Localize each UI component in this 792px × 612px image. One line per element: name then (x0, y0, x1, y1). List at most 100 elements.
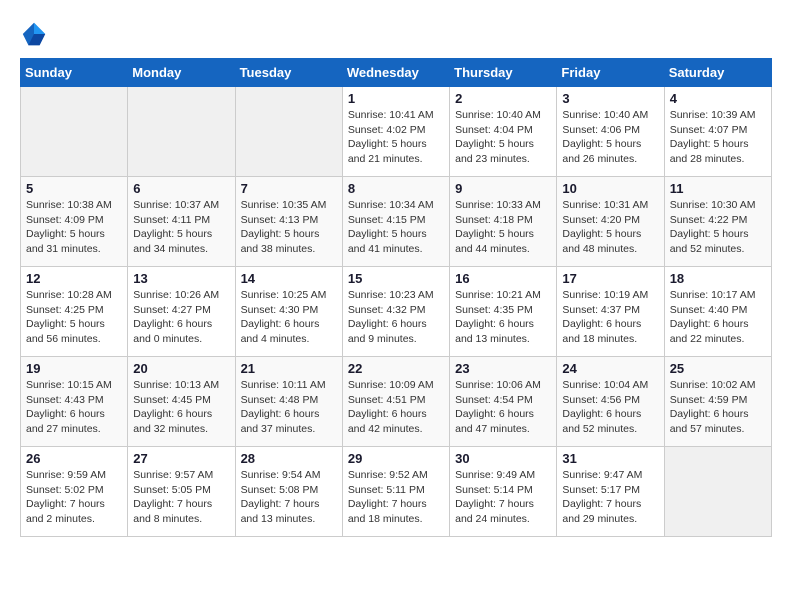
day-number: 12 (26, 271, 122, 286)
day-number: 5 (26, 181, 122, 196)
calendar-cell: 5 Sunrise: 10:38 AM Sunset: 4:09 PM Dayli… (21, 177, 128, 267)
calendar-cell: 13 Sunrise: 10:26 AM Sunset: 4:27 PM Dayl… (128, 267, 235, 357)
day-info: Sunrise: 9:52 AM Sunset: 5:11 PM Dayligh… (348, 468, 444, 527)
calendar-table: SundayMondayTuesdayWednesdayThursdayFrid… (20, 58, 772, 537)
week-row-2: 5 Sunrise: 10:38 AM Sunset: 4:09 PM Dayli… (21, 177, 772, 267)
day-info: Sunrise: 10:38 AM Sunset: 4:09 PM Daylig… (26, 198, 122, 257)
week-row-4: 19 Sunrise: 10:15 AM Sunset: 4:43 PM Dayl… (21, 357, 772, 447)
calendar-cell: 2 Sunrise: 10:40 AM Sunset: 4:04 PM Dayli… (450, 87, 557, 177)
calendar-cell: 17Sunrise: 10:19 AM Sunset: 4:37 PM Dayl… (557, 267, 664, 357)
day-number: 19 (26, 361, 122, 376)
calendar-cell (21, 87, 128, 177)
day-number: 7 (241, 181, 337, 196)
calendar-cell: 26 Sunrise: 9:59 AM Sunset: 5:02 PM Dayli… (21, 447, 128, 537)
calendar-cell (128, 87, 235, 177)
day-number: 11 (670, 181, 766, 196)
day-number: 15 (348, 271, 444, 286)
day-info: Sunrise: 10:37 AM Sunset: 4:11 PM Daylig… (133, 198, 229, 257)
day-number: 13 (133, 271, 229, 286)
calendar-cell: 25 Sunrise: 10:02 AM Sunset: 4:59 PM Dayl… (664, 357, 771, 447)
day-number: 29 (348, 451, 444, 466)
day-info: Sunrise: 10:02 AM Sunset: 4:59 PM Daylig… (670, 378, 766, 437)
day-info: Sunrise: 10:11 AM Sunset: 4:48 PM Daylig… (241, 378, 337, 437)
calendar-cell: 9 Sunrise: 10:33 AM Sunset: 4:18 PM Dayli… (450, 177, 557, 267)
day-number: 30 (455, 451, 551, 466)
day-info: Sunrise: 10:34 AM Sunset: 4:15 PM Daylig… (348, 198, 444, 257)
day-number: 2 (455, 91, 551, 106)
day-info: Sunrise: 9:59 AM Sunset: 5:02 PM Dayligh… (26, 468, 122, 527)
day-info: Sunrise: 10:40 AM Sunset: 4:04 PM Daylig… (455, 108, 551, 167)
calendar-cell: 10 Sunrise: 10:31 AM Sunset: 4:20 PM Dayl… (557, 177, 664, 267)
calendar-cell: 1Sunrise: 10:41 AM Sunset: 4:02 PM Dayli… (342, 87, 449, 177)
calendar-cell: 4 Sunrise: 10:39 AM Sunset: 4:07 PM Dayli… (664, 87, 771, 177)
calendar-cell: 3Sunrise: 10:40 AM Sunset: 4:06 PM Dayli… (557, 87, 664, 177)
calendar-cell: 12 Sunrise: 10:28 AM Sunset: 4:25 PM Dayl… (21, 267, 128, 357)
calendar-cell: 20 Sunrise: 10:13 AM Sunset: 4:45 PM Dayl… (128, 357, 235, 447)
weekday-header-saturday: Saturday (664, 59, 771, 87)
calendar-cell: 27 Sunrise: 9:57 AM Sunset: 5:05 PM Dayli… (128, 447, 235, 537)
day-info: Sunrise: 10:39 AM Sunset: 4:07 PM Daylig… (670, 108, 766, 167)
calendar-cell: 21 Sunrise: 10:11 AM Sunset: 4:48 PM Dayl… (235, 357, 342, 447)
day-number: 23 (455, 361, 551, 376)
day-number: 28 (241, 451, 337, 466)
calendar-cell: 18Sunrise: 10:17 AM Sunset: 4:40 PM Dayl… (664, 267, 771, 357)
day-info: Sunrise: 10:33 AM Sunset: 4:18 PM Daylig… (455, 198, 551, 257)
weekday-header-friday: Friday (557, 59, 664, 87)
page-header (20, 20, 772, 48)
weekday-header-wednesday: Wednesday (342, 59, 449, 87)
calendar-cell (664, 447, 771, 537)
day-info: Sunrise: 10:09 AM Sunset: 4:51 PM Daylig… (348, 378, 444, 437)
logo-icon (20, 20, 48, 48)
day-info: Sunrise: 9:57 AM Sunset: 5:05 PM Dayligh… (133, 468, 229, 527)
calendar-cell: 19 Sunrise: 10:15 AM Sunset: 4:43 PM Dayl… (21, 357, 128, 447)
day-info: Sunrise: 9:47 AM Sunset: 5:17 PM Dayligh… (562, 468, 658, 527)
day-number: 22 (348, 361, 444, 376)
day-number: 18 (670, 271, 766, 286)
day-info: Sunrise: 10:26 AM Sunset: 4:27 PM Daylig… (133, 288, 229, 347)
calendar-cell: 31 Sunrise: 9:47 AM Sunset: 5:17 PM Dayli… (557, 447, 664, 537)
calendar-cell: 7 Sunrise: 10:35 AM Sunset: 4:13 PM Dayli… (235, 177, 342, 267)
weekday-header-sunday: Sunday (21, 59, 128, 87)
calendar-cell: 24Sunrise: 10:04 AM Sunset: 4:56 PM Dayl… (557, 357, 664, 447)
day-info: Sunrise: 10:35 AM Sunset: 4:13 PM Daylig… (241, 198, 337, 257)
day-number: 3 (562, 91, 658, 106)
day-info: Sunrise: 10:21 AM Sunset: 4:35 PM Daylig… (455, 288, 551, 347)
day-number: 20 (133, 361, 229, 376)
day-number: 10 (562, 181, 658, 196)
calendar-cell: 28 Sunrise: 9:54 AM Sunset: 5:08 PM Dayli… (235, 447, 342, 537)
day-info: Sunrise: 10:04 AM Sunset: 4:56 PM Daylig… (562, 378, 658, 437)
day-info: Sunrise: 10:13 AM Sunset: 4:45 PM Daylig… (133, 378, 229, 437)
week-row-3: 12 Sunrise: 10:28 AM Sunset: 4:25 PM Dayl… (21, 267, 772, 357)
calendar-cell: 30 Sunrise: 9:49 AM Sunset: 5:14 PM Dayli… (450, 447, 557, 537)
calendar-cell (235, 87, 342, 177)
day-info: Sunrise: 10:15 AM Sunset: 4:43 PM Daylig… (26, 378, 122, 437)
weekday-header-thursday: Thursday (450, 59, 557, 87)
day-number: 26 (26, 451, 122, 466)
calendar-header-row: SundayMondayTuesdayWednesdayThursdayFrid… (21, 59, 772, 87)
calendar-cell: 6Sunrise: 10:37 AM Sunset: 4:11 PM Dayli… (128, 177, 235, 267)
day-number: 4 (670, 91, 766, 106)
calendar-cell: 29 Sunrise: 9:52 AM Sunset: 5:11 PM Dayli… (342, 447, 449, 537)
day-info: Sunrise: 9:54 AM Sunset: 5:08 PM Dayligh… (241, 468, 337, 527)
day-number: 21 (241, 361, 337, 376)
calendar-cell: 11 Sunrise: 10:30 AM Sunset: 4:22 PM Dayl… (664, 177, 771, 267)
day-number: 17 (562, 271, 658, 286)
day-info: Sunrise: 10:41 AM Sunset: 4:02 PM Daylig… (348, 108, 444, 167)
calendar-cell: 14 Sunrise: 10:25 AM Sunset: 4:30 PM Dayl… (235, 267, 342, 357)
day-number: 27 (133, 451, 229, 466)
calendar-cell: 15Sunrise: 10:23 AM Sunset: 4:32 PM Dayl… (342, 267, 449, 357)
day-number: 31 (562, 451, 658, 466)
weekday-header-tuesday: Tuesday (235, 59, 342, 87)
day-number: 25 (670, 361, 766, 376)
day-info: Sunrise: 10:25 AM Sunset: 4:30 PM Daylig… (241, 288, 337, 347)
day-number: 14 (241, 271, 337, 286)
day-number: 9 (455, 181, 551, 196)
day-number: 16 (455, 271, 551, 286)
calendar-cell: 8Sunrise: 10:34 AM Sunset: 4:15 PM Dayli… (342, 177, 449, 267)
logo (20, 20, 52, 48)
day-info: Sunrise: 10:28 AM Sunset: 4:25 PM Daylig… (26, 288, 122, 347)
calendar-cell: 16 Sunrise: 10:21 AM Sunset: 4:35 PM Dayl… (450, 267, 557, 357)
day-info: Sunrise: 10:31 AM Sunset: 4:20 PM Daylig… (562, 198, 658, 257)
day-info: Sunrise: 10:30 AM Sunset: 4:22 PM Daylig… (670, 198, 766, 257)
day-info: Sunrise: 9:49 AM Sunset: 5:14 PM Dayligh… (455, 468, 551, 527)
